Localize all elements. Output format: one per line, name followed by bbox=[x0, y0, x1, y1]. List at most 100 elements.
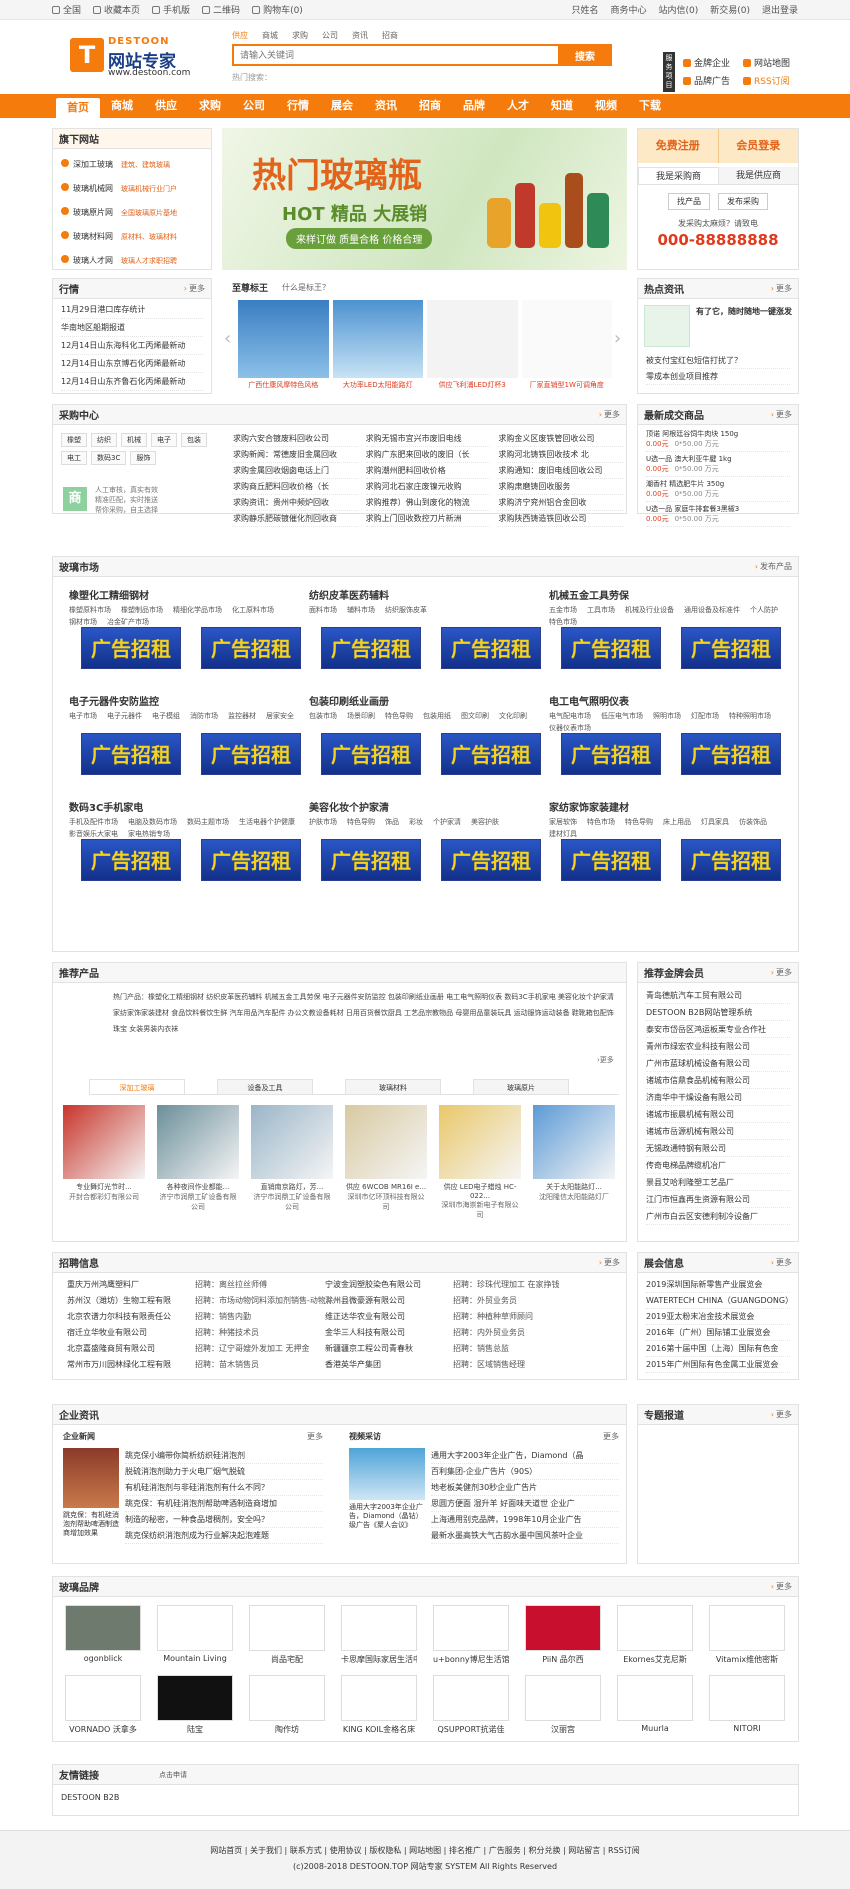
subsite-item[interactable]: 玻璃机械网 玻璃机械行业门户 bbox=[61, 177, 203, 201]
job-company[interactable]: 新疆疆京工程公司青春秋 bbox=[325, 1341, 453, 1357]
job-title[interactable]: 招聘：种猪技术员 bbox=[195, 1325, 325, 1341]
market-subcategory[interactable]: 数码主题市场 bbox=[187, 817, 229, 827]
ad-banner[interactable]: 广告招租 bbox=[321, 733, 421, 775]
topbar-right-link[interactable]: 站内信(0) bbox=[658, 3, 698, 16]
ad-banner[interactable]: 广告招租 bbox=[81, 627, 181, 669]
nav-item[interactable]: 人才 bbox=[496, 94, 540, 118]
post-purchase-button[interactable]: 发布采购 bbox=[718, 193, 768, 210]
brand-logo[interactable]: Vitamix维他密斯 bbox=[709, 1605, 785, 1665]
expo-item[interactable]: WATERTECH CHINA（GUANGDONG） bbox=[646, 1293, 790, 1309]
gold-member-item[interactable]: 江门市恒鑫再生资源有限公司 bbox=[646, 1191, 790, 1208]
video-item[interactable]: 地老板美健剂30秒企业广告片 bbox=[431, 1480, 619, 1496]
purchase-tag[interactable]: 机械 bbox=[121, 433, 147, 447]
gold-member-item[interactable]: 诸城市岳源机械有限公司 bbox=[646, 1123, 790, 1140]
product-company[interactable]: 济宁市润鼎工矿设备有限公司 bbox=[157, 1192, 239, 1212]
market-subcategory[interactable]: 特色导购 bbox=[385, 711, 413, 721]
ad-banner[interactable]: 广告招租 bbox=[321, 627, 421, 669]
slide-image-4[interactable] bbox=[521, 300, 612, 378]
job-company[interactable]: 苏州汉（潍坊）生物工程有限 bbox=[67, 1293, 195, 1309]
slide-prev-arrow[interactable]: ‹ bbox=[224, 328, 231, 349]
purchase-item[interactable]: 求购河北石家庄废镍元收购 bbox=[365, 479, 491, 495]
job-company[interactable]: 维正达华农业有限公司 bbox=[325, 1309, 453, 1325]
brand-logo[interactable]: u+bonny博尼生活馆 bbox=[433, 1605, 509, 1665]
subsite-item[interactable]: 深加工玻璃 建筑、建筑玻璃 bbox=[61, 153, 203, 177]
purchase-more-link[interactable]: 更多 bbox=[599, 409, 620, 420]
ad-banner[interactable]: 广告招租 bbox=[201, 839, 301, 881]
find-product-button[interactable]: 找产品 bbox=[668, 193, 710, 210]
market-category-name[interactable]: 橡塑化工精细钢材 bbox=[69, 587, 309, 602]
company-news-item[interactable]: 脱硫消泡剂助力于火电厂烟气脱硫 bbox=[125, 1464, 323, 1480]
market-subcategory[interactable]: 图文印刷 bbox=[461, 711, 489, 721]
purchase-item[interactable]: 求购陕西铸造铁回收公司 bbox=[498, 511, 624, 527]
market-subcategory[interactable]: 电气配电市场 bbox=[549, 711, 591, 721]
quote-more-link[interactable]: 更多 bbox=[184, 283, 205, 294]
market-category-name[interactable]: 包装印刷纸业画册 bbox=[309, 693, 549, 708]
video-image[interactable] bbox=[349, 1448, 425, 1500]
product-image[interactable] bbox=[345, 1105, 427, 1179]
register-button[interactable]: 免费注册 bbox=[638, 129, 719, 163]
market-category-name[interactable]: 美容化妆个护家清 bbox=[309, 799, 549, 814]
job-company[interactable]: 重庆万州鸿鹰塑料厂 bbox=[67, 1277, 195, 1293]
footer-links[interactable]: 网站首页 | 关于我们 | 联系方式 | 使用协议 | 版权隐私 | 网站地图 … bbox=[0, 1843, 850, 1859]
brand-logo[interactable]: PiiN 品尔西 bbox=[525, 1605, 601, 1665]
nav-item[interactable]: 求购 bbox=[188, 94, 232, 118]
glass-brand-more-link[interactable]: 更多 bbox=[771, 1581, 792, 1592]
purchase-item[interactable]: 求购推荐）佛山到废化的物流 bbox=[365, 495, 491, 511]
search-input[interactable] bbox=[232, 44, 558, 66]
brand-logo[interactable]: ogonblick bbox=[65, 1605, 141, 1665]
recommend-product[interactable]: 供应 LED电子蜡烛 HC-022... 深圳市海崇新电子有限公司 bbox=[439, 1105, 521, 1220]
video-item[interactable]: 百利集团-企业广告片（90S） bbox=[431, 1464, 619, 1480]
search-tab[interactable]: 公司 bbox=[322, 30, 338, 44]
brand-logo[interactable]: Mountain Living bbox=[157, 1605, 233, 1665]
gold-member-item[interactable]: 广州市白云区安德利制冷设备厂 bbox=[646, 1208, 790, 1225]
market-subcategory[interactable]: 包装市场 bbox=[309, 711, 337, 721]
product-image[interactable] bbox=[63, 1105, 145, 1179]
purchase-tag[interactable]: 包装 bbox=[181, 433, 207, 447]
company-news-more-link[interactable]: 更多 bbox=[307, 1431, 323, 1442]
market-subcategory[interactable]: 场景印刷 bbox=[347, 711, 375, 721]
nav-item[interactable]: 知道 bbox=[540, 94, 584, 118]
company-news-item[interactable]: 跳克保小编带你简析纺织硅消泡剂 bbox=[125, 1448, 323, 1464]
tab-buyer[interactable]: 我是采购商 bbox=[638, 167, 719, 184]
brand-logo[interactable]: 尚品宅配 bbox=[249, 1605, 325, 1665]
market-subcategory[interactable]: 电子元器件 bbox=[107, 711, 142, 721]
product-image[interactable] bbox=[439, 1105, 521, 1179]
market-subcategory[interactable]: 包装用纸 bbox=[423, 711, 451, 721]
market-category-name[interactable]: 数码3C手机家电 bbox=[69, 799, 309, 814]
gold-member-item[interactable]: 传奇电梯品牌缆机冶厂 bbox=[646, 1157, 790, 1174]
job-title[interactable]: 招聘：销售内勤 bbox=[195, 1309, 325, 1325]
deals-more-link[interactable]: 更多 bbox=[771, 409, 792, 420]
product-image[interactable] bbox=[251, 1105, 333, 1179]
nav-item[interactable]: 品牌 bbox=[452, 94, 496, 118]
market-subcategory[interactable]: 文化印刷 bbox=[499, 711, 527, 721]
recommend-tab[interactable]: 玻璃原片 bbox=[473, 1079, 569, 1094]
deal-item[interactable]: U选一品 澳大利亚牛腱 1kg 0.00元 0*50.00 万元 bbox=[646, 452, 790, 477]
ad-banner[interactable]: 广告招租 bbox=[681, 839, 781, 881]
market-subcategory[interactable]: 手机及配件市场 bbox=[69, 817, 118, 827]
market-subcategory[interactable]: 电脑及数码市场 bbox=[128, 817, 177, 827]
nav-item[interactable]: 公司 bbox=[232, 94, 276, 118]
nav-item[interactable]: 商城 bbox=[100, 94, 144, 118]
gold-member-item[interactable]: 无锡政通特钢有限公司 bbox=[646, 1140, 790, 1157]
market-subcategory[interactable]: 电子市场 bbox=[69, 711, 97, 721]
market-subcategory[interactable]: 精细化学品市场 bbox=[173, 605, 222, 615]
purchase-tag[interactable]: 纺织 bbox=[91, 433, 117, 447]
market-subcategory[interactable]: 五金市场 bbox=[549, 605, 577, 615]
search-tab[interactable]: 求购 bbox=[292, 30, 308, 44]
market-subcategory[interactable]: 居家安全 bbox=[266, 711, 294, 721]
jobs-more-link[interactable]: 更多 bbox=[599, 1257, 620, 1268]
search-tab[interactable]: 商城 bbox=[262, 30, 278, 44]
ad-banner[interactable]: 广告招租 bbox=[561, 733, 661, 775]
gold-members-more-link[interactable]: 更多 bbox=[771, 967, 792, 978]
topbar-left-link[interactable]: 二维码 bbox=[202, 3, 240, 16]
market-subcategory[interactable]: 低压电气市场 bbox=[601, 711, 643, 721]
gold-member-item[interactable]: 泰安市岱岳区鸿运板栗专业合作社 bbox=[646, 1021, 790, 1038]
search-tab[interactable]: 供应 bbox=[232, 30, 248, 44]
ad-banner[interactable]: 广告招租 bbox=[681, 627, 781, 669]
product-name[interactable]: 关于太阳能路灯... bbox=[533, 1182, 615, 1192]
market-subcategory[interactable]: 橡塑制品市场 bbox=[121, 605, 163, 615]
market-category-name[interactable]: 家纺家饰家装建材 bbox=[549, 799, 789, 814]
recommend-product[interactable]: 直销南京路灯，芳... 济宁市润鼎工矿设备有限公司 bbox=[251, 1105, 333, 1220]
purchase-item[interactable]: 求购上门回收数控刀片新洲 bbox=[365, 511, 491, 527]
slide-image-3[interactable] bbox=[427, 300, 518, 378]
